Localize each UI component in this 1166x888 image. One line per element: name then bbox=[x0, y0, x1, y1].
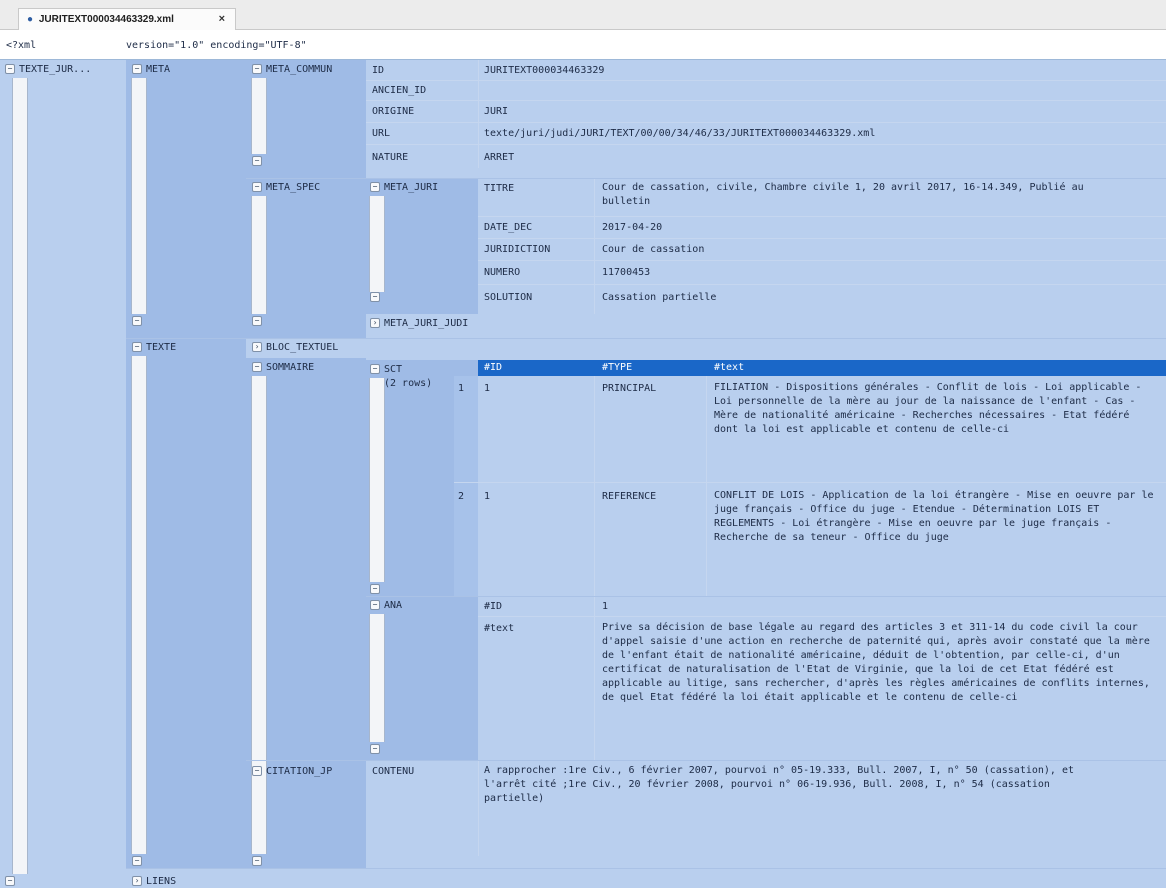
value-ana-id[interactable]: 1 bbox=[602, 600, 608, 613]
node-meta-commun[interactable]: META_COMMUN bbox=[266, 63, 332, 76]
xml-decl-tag: <?xml bbox=[6, 40, 37, 51]
key-numero: NUMERO bbox=[484, 267, 521, 278]
node-sct[interactable]: SCT bbox=[384, 363, 402, 376]
value-ana-text[interactable]: Prive sa décision de base légale au rega… bbox=[602, 621, 1158, 705]
collapse-toggle-icon[interactable]: − bbox=[252, 362, 262, 372]
node-citation-jp[interactable]: CITATION_JP bbox=[266, 765, 332, 778]
collapse-toggle-icon[interactable]: − bbox=[252, 182, 262, 192]
column-header-text[interactable]: #text bbox=[714, 361, 744, 374]
meta-spec-collapse-bar[interactable] bbox=[251, 196, 267, 314]
row-number: 1 bbox=[458, 383, 465, 394]
key-date-dec: DATE_DEC bbox=[484, 222, 533, 233]
cell-text[interactable]: CONFLIT DE LOIS - Application de la loi … bbox=[714, 489, 1158, 545]
collapse-toggle-icon[interactable]: − bbox=[370, 744, 380, 754]
value-date-dec[interactable]: 2017-04-20 bbox=[602, 221, 662, 234]
collapse-toggle-icon[interactable]: − bbox=[252, 156, 262, 166]
value-url[interactable]: texte/juri/judi/JURI/TEXT/00/00/34/46/33… bbox=[484, 127, 875, 140]
node-ana[interactable]: ANA bbox=[384, 599, 402, 612]
node-meta[interactable]: META bbox=[146, 63, 170, 76]
key-id: ID bbox=[372, 65, 385, 76]
node-meta-juri[interactable]: META_JURI bbox=[384, 181, 438, 194]
sommaire-collapse-bar[interactable] bbox=[251, 376, 267, 854]
value-numero[interactable]: 11700453 bbox=[602, 266, 650, 279]
node-meta-juri-judi[interactable]: META_JURI_JUDI bbox=[384, 317, 468, 330]
collapse-toggle-icon[interactable]: − bbox=[132, 856, 142, 866]
value-solution[interactable]: Cassation partielle bbox=[602, 291, 716, 304]
collapse-toggle-icon[interactable]: − bbox=[370, 364, 380, 374]
value-nature[interactable]: ARRET bbox=[484, 151, 514, 164]
collapse-toggle-icon[interactable]: − bbox=[252, 64, 262, 74]
expand-toggle-icon[interactable]: › bbox=[132, 876, 142, 886]
expand-toggle-icon[interactable]: › bbox=[370, 318, 380, 328]
key-ana-id: #ID bbox=[484, 601, 503, 612]
collapse-toggle-icon[interactable]: − bbox=[370, 292, 380, 302]
sct-header-row: #ID #TYPE #text bbox=[478, 360, 1166, 376]
key-url: URL bbox=[372, 128, 391, 139]
sct-collapse-bar[interactable] bbox=[369, 378, 385, 582]
xml-decl-attrs: version="1.0" encoding="UTF-8" bbox=[126, 40, 307, 51]
collapse-toggle-icon[interactable]: − bbox=[132, 64, 142, 74]
key-solution: SOLUTION bbox=[484, 292, 533, 303]
cell-text[interactable]: FILIATION - Dispositions générales - Con… bbox=[714, 381, 1158, 437]
xml-declaration-row: <?xml version="1.0" encoding="UTF-8" bbox=[0, 30, 1166, 60]
column-header-type[interactable]: #TYPE bbox=[602, 361, 632, 374]
cell-type[interactable]: REFERENCE bbox=[602, 490, 656, 503]
cell-id[interactable]: 1 bbox=[484, 382, 490, 395]
collapse-toggle-icon[interactable]: − bbox=[5, 64, 15, 74]
close-tab-icon[interactable]: × bbox=[219, 13, 225, 25]
collapse-toggle-icon[interactable]: − bbox=[252, 766, 262, 776]
key-origine: ORIGINE bbox=[372, 106, 415, 117]
meta-juri-grid: TITRE Cour de cassation, civile, Chambre… bbox=[478, 178, 1166, 314]
meta-commun-grid: ID JURITEXT000034463329 ANCIEN_ID ORIGIN… bbox=[366, 60, 1166, 178]
tab-title: JURITEXT000034463329.xml bbox=[38, 14, 174, 25]
key-titre: TITRE bbox=[484, 183, 515, 194]
meta-juri-collapse-bar[interactable] bbox=[369, 196, 385, 292]
key-ancien-id: ANCIEN_ID bbox=[372, 85, 427, 96]
modified-indicator: ● bbox=[27, 14, 34, 25]
collapse-toggle-icon[interactable]: − bbox=[132, 342, 142, 352]
collapse-toggle-icon[interactable]: − bbox=[252, 316, 262, 326]
meta-collapse-bar[interactable] bbox=[131, 78, 147, 314]
node-sommaire[interactable]: SOMMAIRE bbox=[266, 361, 314, 374]
column-header-id[interactable]: #ID bbox=[484, 361, 502, 374]
ana-collapse-bar[interactable] bbox=[369, 614, 385, 742]
ana-grid: #ID 1 #text Prive sa décision de base lé… bbox=[478, 596, 1166, 760]
collapse-toggle-icon[interactable]: − bbox=[370, 182, 380, 192]
node-root[interactable]: TEXTE_JUR... bbox=[19, 63, 91, 76]
collapse-toggle-icon[interactable]: − bbox=[252, 856, 262, 866]
citation-grid: CONTENU A rapprocher :1re Civ., 6 févrie… bbox=[366, 760, 1166, 856]
row-number: 2 bbox=[458, 491, 465, 502]
value-id[interactable]: JURITEXT000034463329 bbox=[484, 64, 604, 77]
collapse-toggle-icon[interactable]: − bbox=[370, 600, 380, 610]
tab-bar: ● JURITEXT000034463329.xml × bbox=[0, 0, 1166, 30]
texte-collapse-bar[interactable] bbox=[131, 356, 147, 854]
value-contenu[interactable]: A rapprocher :1re Civ., 6 février 2007, … bbox=[484, 764, 1104, 806]
root-collapse-bar[interactable] bbox=[12, 78, 28, 874]
sct-row-count: (2 rows) bbox=[384, 378, 433, 389]
value-origine[interactable]: JURI bbox=[484, 105, 508, 118]
file-tab[interactable]: ● JURITEXT000034463329.xml × bbox=[18, 8, 236, 30]
value-juridiction[interactable]: Cour de cassation bbox=[602, 243, 704, 256]
key-nature: NATURE bbox=[372, 152, 409, 163]
table-row[interactable]: 1 1 PRINCIPAL FILIATION - Dispositions g… bbox=[454, 376, 1166, 482]
collapse-toggle-icon[interactable]: − bbox=[132, 316, 142, 326]
node-meta-spec[interactable]: META_SPEC bbox=[266, 181, 320, 194]
key-ana-text: #text bbox=[484, 623, 515, 634]
table-row[interactable]: 2 1 REFERENCE CONFLIT DE LOIS - Applicat… bbox=[454, 482, 1166, 596]
collapse-toggle-icon[interactable]: − bbox=[370, 584, 380, 594]
node-texte[interactable]: TEXTE bbox=[146, 341, 176, 354]
key-contenu: CONTENU bbox=[372, 766, 415, 777]
collapse-toggle-icon[interactable]: − bbox=[5, 876, 15, 886]
cell-id[interactable]: 1 bbox=[484, 490, 490, 503]
cell-type[interactable]: PRINCIPAL bbox=[602, 382, 656, 395]
value-titre[interactable]: Cour de cassation, civile, Chambre civil… bbox=[602, 181, 1122, 209]
meta-commun-collapse-bar[interactable] bbox=[251, 78, 267, 154]
node-bloc-textuel[interactable]: BLOC_TEXTUEL bbox=[266, 341, 338, 354]
expand-toggle-icon[interactable]: › bbox=[252, 342, 262, 352]
key-juridiction: JURIDICTION bbox=[484, 244, 551, 255]
node-liens[interactable]: LIENS bbox=[146, 875, 176, 888]
